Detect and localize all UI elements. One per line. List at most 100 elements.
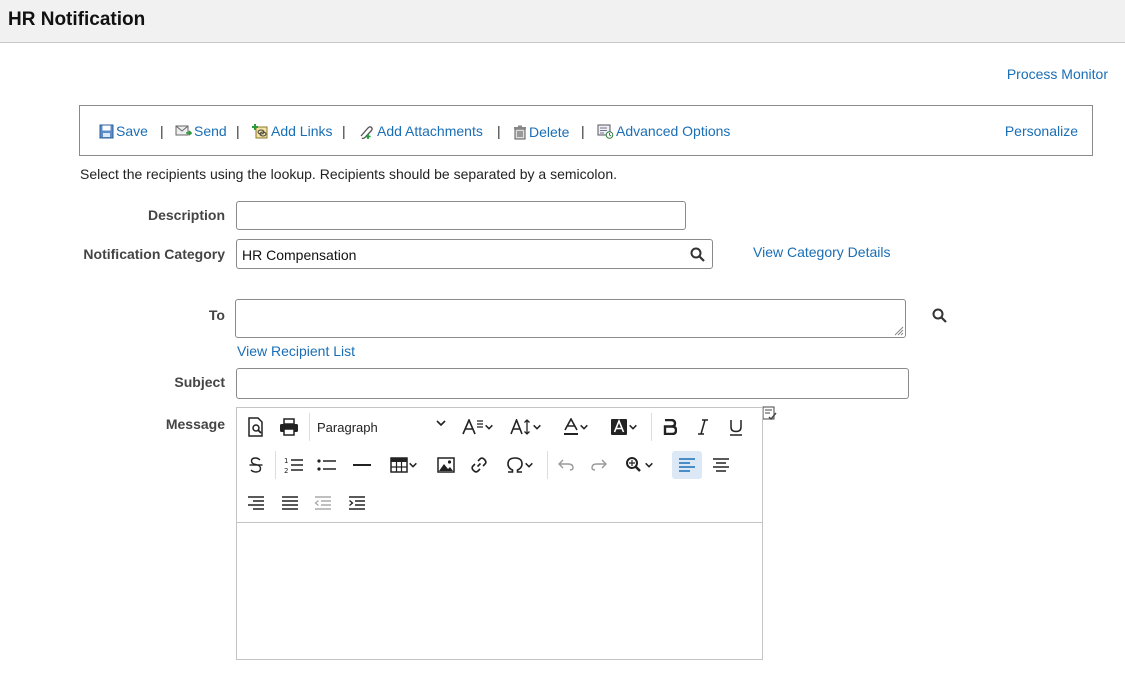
subject-input[interactable]	[236, 368, 909, 399]
action-toolbar: Save | Send | Add Links | Add Attachment…	[79, 105, 1093, 156]
chevron-down-icon	[645, 462, 653, 468]
send-label: Send	[194, 123, 227, 139]
find-replace-icon	[626, 457, 641, 472]
undo-button[interactable]	[551, 451, 581, 479]
numbered-list-button[interactable]: 12	[279, 451, 309, 479]
notification-category-input[interactable]: HR Compensation	[236, 239, 713, 269]
outdent-icon	[314, 496, 331, 510]
paperclip-icon	[360, 125, 373, 139]
description-label: Description	[147, 207, 225, 223]
highlight-color-button[interactable]	[603, 413, 645, 441]
message-body[interactable]	[237, 523, 762, 659]
search-icon[interactable]	[690, 247, 705, 262]
send-icon	[175, 125, 192, 136]
chevron-down-icon	[533, 424, 541, 430]
view-category-details-link[interactable]: View Category Details	[753, 244, 890, 260]
save-label: Save	[116, 123, 148, 139]
indent-icon	[349, 496, 365, 510]
paragraph-format-value: Paragraph	[317, 419, 378, 435]
print-button[interactable]	[274, 413, 304, 441]
toolbar-separator: |	[497, 123, 501, 139]
chevron-down-icon	[580, 424, 588, 430]
toolbar-separator: |	[160, 123, 164, 139]
outdent-button[interactable]	[308, 489, 338, 517]
notification-category-label: Notification Category	[83, 246, 225, 262]
chevron-down-icon	[629, 424, 637, 430]
instructions-text: Select the recipients using the lookup. …	[80, 166, 617, 182]
spell-check-icon[interactable]	[762, 406, 778, 422]
advanced-options-label: Advanced Options	[616, 123, 731, 139]
bold-icon	[663, 419, 677, 435]
numbered-list-icon: 12	[284, 457, 303, 474]
description-input[interactable]	[236, 201, 686, 230]
font-size-icon	[462, 419, 483, 435]
toolbar-separator: |	[236, 123, 240, 139]
redo-icon	[591, 459, 607, 471]
table-icon	[390, 457, 408, 473]
justify-button[interactable]	[275, 489, 305, 517]
indent-button[interactable]	[342, 489, 372, 517]
highlight-icon	[611, 418, 627, 435]
align-left-button[interactable]	[672, 451, 702, 479]
page-title: HR Notification	[8, 9, 146, 30]
find-replace-button[interactable]	[618, 451, 660, 479]
strikethrough-icon	[249, 457, 263, 473]
preview-icon	[248, 417, 263, 437]
recipient-lookup-icon[interactable]	[932, 308, 947, 323]
chevron-down-icon	[409, 462, 417, 468]
font-size-button[interactable]	[457, 413, 499, 441]
bulleted-list-icon	[317, 459, 336, 471]
link-button[interactable]	[464, 451, 494, 479]
horizontal-line-icon	[353, 464, 371, 466]
line-height-button[interactable]	[505, 413, 547, 441]
add-attachments-label: Add Attachments	[377, 123, 483, 139]
subject-label: Subject	[174, 374, 225, 390]
justify-icon	[282, 496, 298, 510]
strikethrough-button[interactable]	[241, 451, 271, 479]
underline-button[interactable]	[721, 413, 751, 441]
chevron-down-icon	[525, 462, 533, 468]
trash-icon	[514, 125, 526, 139]
resize-handle-icon[interactable]	[892, 324, 904, 336]
redo-button[interactable]	[584, 451, 614, 479]
italic-icon	[698, 419, 708, 435]
toolbar-divider	[651, 413, 652, 441]
process-monitor-link[interactable]: Process Monitor	[1007, 66, 1108, 82]
special-character-button[interactable]	[499, 451, 541, 479]
send-button[interactable]: Send	[175, 123, 227, 139]
toolbar-separator: |	[342, 123, 346, 139]
view-recipient-list-link[interactable]: View Recipient List	[237, 343, 355, 359]
page-header: HR Notification	[0, 0, 1125, 43]
italic-button[interactable]	[688, 413, 718, 441]
add-attachments-button[interactable]: Add Attachments	[358, 123, 483, 139]
toolbar-divider	[275, 451, 276, 479]
add-links-label: Add Links	[271, 123, 333, 139]
message-label: Message	[165, 416, 225, 432]
toolbar-separator: |	[581, 123, 585, 139]
align-right-button[interactable]	[241, 489, 271, 517]
to-textarea[interactable]	[235, 299, 906, 338]
print-icon	[280, 418, 298, 436]
delete-label: Delete	[529, 124, 570, 140]
svg-text:2: 2	[284, 467, 288, 474]
image-button[interactable]	[431, 451, 461, 479]
preview-button[interactable]	[241, 413, 271, 441]
personalize-link[interactable]: Personalize	[1005, 123, 1078, 139]
paragraph-format-select[interactable]: Paragraph	[317, 413, 447, 441]
font-color-button[interactable]	[555, 413, 597, 441]
bold-button[interactable]	[655, 413, 685, 441]
message-editor: Paragraph 1 2	[236, 407, 763, 660]
align-center-button[interactable]	[706, 451, 736, 479]
advanced-options-button[interactable]: Advanced Options	[597, 123, 730, 139]
table-button[interactable]	[385, 451, 423, 479]
line-height-icon	[510, 419, 530, 435]
horizontal-line-button[interactable]	[347, 451, 377, 479]
notification-category-value: HR Compensation	[242, 247, 357, 263]
delete-button[interactable]: Delete	[513, 124, 569, 140]
chevron-down-icon	[485, 424, 493, 430]
save-button[interactable]: Save	[99, 123, 148, 139]
add-links-button[interactable]: Add Links	[252, 123, 332, 139]
align-right-icon	[248, 496, 264, 510]
bulleted-list-button[interactable]	[312, 451, 342, 479]
link-icon	[471, 457, 487, 473]
